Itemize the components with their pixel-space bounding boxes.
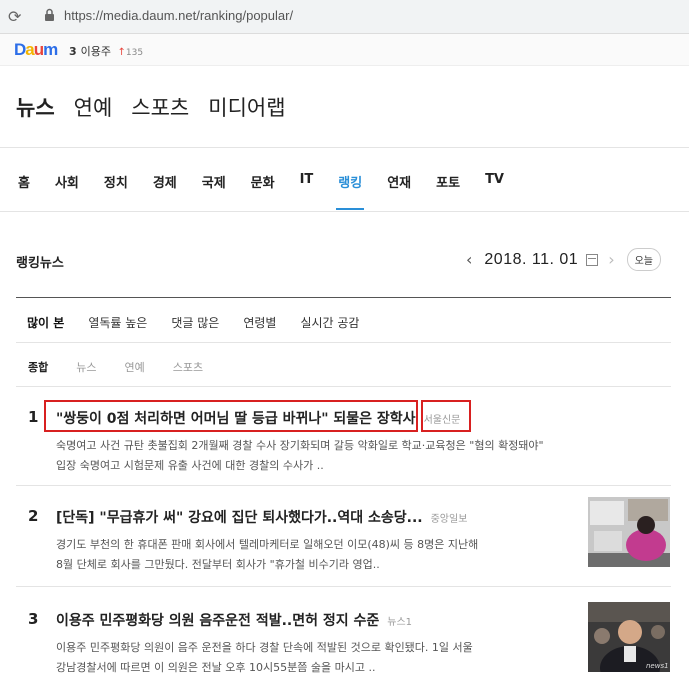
tab-most-read[interactable]: 열독률 높은 [88, 314, 147, 331]
tab-ranking[interactable]: 랭킹 [336, 172, 365, 212]
tab-photo[interactable]: 포토 [436, 172, 460, 212]
news-thumbnail[interactable]: news1 [588, 602, 670, 672]
rank-number: 2 [28, 507, 39, 525]
lock-icon [45, 8, 54, 21]
tab-it[interactable]: IT [300, 172, 314, 212]
news-summary[interactable]: 경기도 부천의 한 휴대폰 판매 회사에서 텔레마케터로 일해오던 이모(48)… [56, 535, 536, 575]
tab-by-age[interactable]: 연령별 [243, 314, 276, 331]
news-title[interactable]: [단독] "무급휴가 써" 강요에 집단 퇴사했다가..역대 소송당... 중앙일… [56, 507, 467, 527]
section-medialab[interactable]: 미디어랩 [208, 92, 285, 122]
tab-most-comments[interactable]: 댓글 많은 [171, 314, 219, 331]
url-field[interactable]: https://media.daum.net/ranking/popular/ [64, 8, 293, 23]
date-navigator: ‹ 2018. 11. 01 › 오늘 [466, 248, 661, 271]
divider [16, 342, 671, 343]
trend-keyword: 이용주 [80, 45, 112, 58]
reload-icon[interactable]: ⟳ [8, 7, 21, 26]
subtab-sports[interactable]: 스포츠 [173, 359, 203, 375]
tab-tv[interactable]: TV [485, 172, 504, 212]
daum-top-strip: Daum 3 이용주 ↑135 [0, 34, 689, 66]
tab-society[interactable]: 사회 [55, 172, 79, 212]
news-summary[interactable]: 이용주 민주평화당 의원이 음주 운전을 하다 경찰 단속에 적발된 것으로 확… [56, 638, 536, 678]
current-date: 2018. 11. 01 [484, 250, 579, 268]
trend-rank: 3 [69, 45, 77, 58]
divider [0, 211, 689, 212]
svg-text:news1: news1 [646, 662, 669, 670]
tab-politics[interactable]: 정치 [104, 172, 128, 212]
calendar-icon[interactable] [586, 253, 599, 266]
divider [16, 586, 671, 587]
highlight-box-source [421, 400, 471, 432]
divider [0, 147, 689, 148]
address-bar: ⟳ https://media.daum.net/ranking/popular… [0, 0, 689, 34]
page-title: 랭킹뉴스 [16, 256, 64, 271]
divider [16, 297, 671, 298]
trend-up-icon: ↑ [117, 47, 126, 58]
section-news[interactable]: 뉴스 [16, 92, 55, 122]
highlight-box-title [44, 400, 418, 432]
tab-most-viewed[interactable]: 많이 본 [27, 314, 64, 331]
subtab-entertainment[interactable]: 연예 [125, 359, 145, 375]
tab-series[interactable]: 연재 [387, 172, 411, 212]
tab-home[interactable]: 홈 [18, 172, 30, 212]
tab-economy[interactable]: 경제 [153, 172, 177, 212]
section-nav: 뉴스 연예 스포츠 미디어랩 [16, 92, 286, 122]
sub-tabs: 종합 뉴스 연예 스포츠 [28, 359, 231, 375]
news-summary[interactable]: 숙명여고 사건 규탄 촛불집회 2개월째 경찰 수사 장기화되며 갈등 악화일로… [56, 436, 656, 476]
subtab-all[interactable]: 종합 [28, 359, 48, 375]
divider [16, 485, 671, 486]
news-thumbnail[interactable] [588, 497, 670, 567]
sort-tabs: 많이 본 열독률 높은 댓글 많은 연령별 실시간 공감 [27, 314, 383, 331]
rank-number: 3 [28, 610, 39, 628]
section-entertainment[interactable]: 연예 [74, 92, 113, 122]
daum-logo[interactable]: Daum [14, 40, 58, 60]
divider [16, 386, 671, 387]
tab-culture[interactable]: 문화 [251, 172, 275, 212]
news-source[interactable]: 뉴스1 [387, 617, 412, 628]
news-title[interactable]: 이용주 민주평화당 의원 음주운전 적발..면허 정지 수준 뉴스1 [56, 610, 412, 630]
subtab-news[interactable]: 뉴스 [76, 359, 96, 375]
category-tabs: 홈 사회 정치 경제 국제 문화 IT 랭킹 연재 포토 TV [18, 172, 529, 212]
rank-number: 1 [28, 408, 39, 426]
chevron-left-icon[interactable]: ‹ [466, 250, 472, 269]
today-button[interactable]: 오늘 [626, 248, 661, 271]
trend-count: 135 [125, 48, 144, 58]
tab-international[interactable]: 국제 [202, 172, 226, 212]
realtime-trend[interactable]: 3 이용주 ↑135 [69, 43, 143, 59]
chevron-right-icon[interactable]: › [608, 250, 614, 269]
tab-realtime-empathy[interactable]: 실시간 공감 [300, 314, 359, 331]
section-sports[interactable]: 스포츠 [131, 92, 189, 122]
news-source[interactable]: 중앙일보 [431, 514, 468, 525]
